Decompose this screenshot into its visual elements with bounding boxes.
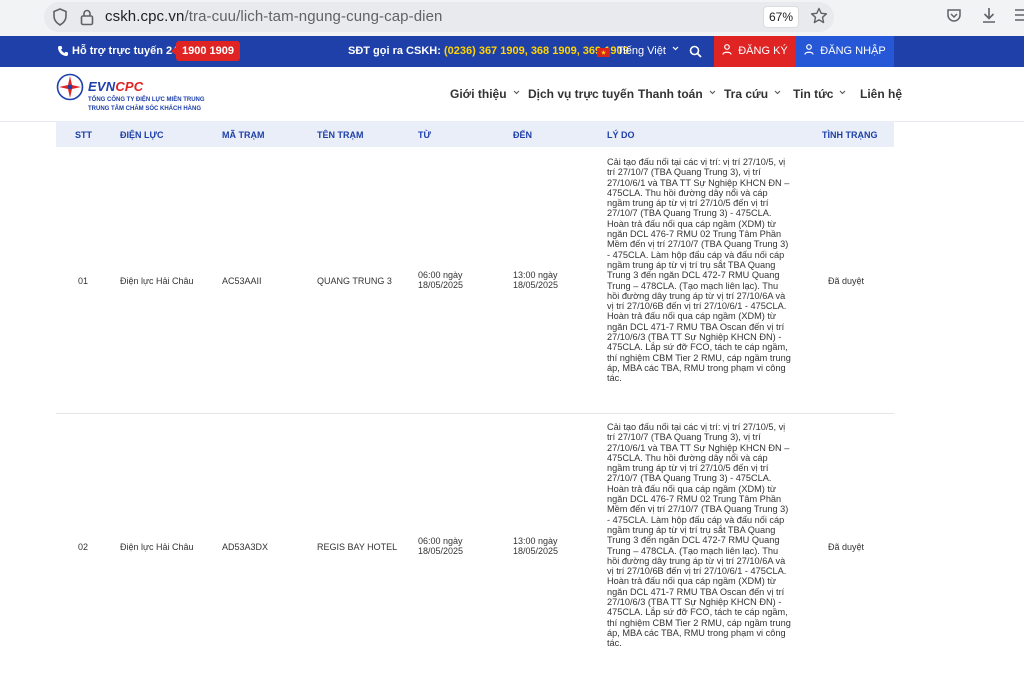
nav-label: Liên hệ xyxy=(860,87,903,101)
cell-tu: 06:00 ngày 18/05/2025 xyxy=(418,270,463,290)
chevron-down-icon xyxy=(709,90,716,95)
nav-label: Giới thiệu xyxy=(450,87,507,101)
register-label: ĐĂNG KÝ xyxy=(738,45,788,57)
logo-subtitle-company: TỔNG CÔNG TY ĐIỆN LỰC MIỀN TRUNG xyxy=(88,97,205,103)
cell-dien-luc: Điện lực Hải Châu xyxy=(120,542,194,552)
cell-ten-tram: REGIS BAY HOTEL xyxy=(317,542,398,552)
column-header-tu: TỪ xyxy=(418,130,431,140)
cell-ten-tram: QUANG TRUNG 3 xyxy=(317,276,392,286)
column-header-tinh-trang: TÌNH TRẠNG xyxy=(822,130,878,140)
column-header-ma-tram: MÃ TRẠM xyxy=(222,130,265,140)
cell-ly-do: Cải tạo đấu nối tại các vị trí: vị trí 2… xyxy=(607,422,791,649)
zoom-level-button[interactable]: 67% xyxy=(763,6,799,28)
cell-den: 13:00 ngày 18/05/2025 xyxy=(513,536,558,556)
url-text[interactable]: cskh.cpc.vn/tra-cuu/lich-tam-ngung-cung-… xyxy=(105,8,442,25)
cell-tu-date: 18/05/2025 xyxy=(418,546,464,556)
table-header: STT ĐIỆN LỰC MÃ TRẠM TÊN TRẠM TỪ ĐẾN LÝ … xyxy=(56,121,894,147)
column-header-dien-luc: ĐIỆN LỰC xyxy=(120,130,164,140)
vietnam-flag-icon xyxy=(597,48,610,57)
cell-tu-time: 06:00 ngày xyxy=(418,270,463,280)
menu-icon[interactable] xyxy=(1013,6,1024,24)
url-host: cskh.cpc.vn xyxy=(105,8,185,25)
download-icon[interactable] xyxy=(981,6,997,24)
nav-label: Tra cứu xyxy=(724,87,769,101)
hotline-number[interactable]: 1900 1909 xyxy=(171,41,240,61)
nav-item-lien-he[interactable]: Liên hệ xyxy=(860,87,902,101)
cell-ly-do: Cải tạo đấu nối tại các vị trí: vị trí 2… xyxy=(607,157,791,384)
nav-item-gioi-thieu[interactable]: Giới thiệu xyxy=(450,87,520,101)
chevron-down-icon xyxy=(840,90,846,95)
cell-tinh-trang: Đã duyệt xyxy=(828,542,865,552)
cell-den-date: 18/05/2025 xyxy=(513,280,559,290)
cell-ma-tram: AD53A3DX xyxy=(222,542,269,552)
chevron-down-icon xyxy=(513,90,519,95)
nav-item-thanh-toan[interactable]: Thanh toán xyxy=(638,87,716,101)
pocket-icon[interactable] xyxy=(946,8,962,24)
column-header-den: ĐẾN xyxy=(513,130,533,140)
login-label: ĐĂNG NHẬP xyxy=(820,45,886,57)
evn-logo-icon[interactable] xyxy=(56,73,84,101)
cell-den-time: 13:00 ngày xyxy=(513,270,558,280)
cskh-label: SĐT gọi ra CSKH: xyxy=(348,45,441,57)
user-icon xyxy=(722,44,732,55)
cell-ma-tram: AC53AAII xyxy=(222,276,262,286)
logo-subtitle-center: TRUNG TÂM CHĂM SÓC KHÁCH HÀNG xyxy=(88,106,201,112)
bookmark-star-icon[interactable] xyxy=(810,7,828,25)
language-label: Tiếng Việt xyxy=(617,45,666,57)
cell-stt: 01 xyxy=(78,276,89,286)
cell-den-date: 18/05/2025 xyxy=(513,546,559,556)
column-header-ten-tram: TÊN TRẠM xyxy=(317,130,364,140)
cell-stt: 02 xyxy=(78,542,89,552)
cell-den: 13:00 ngày 18/05/2025 xyxy=(513,270,558,290)
site-topbar: Hỗ trợ trực tuyến 24/7: 1900 1909 SĐT gọ… xyxy=(0,36,1024,67)
nav-label: Thanh toán xyxy=(638,87,703,101)
logo-wordmark[interactable]: EVNCPC xyxy=(88,79,143,94)
user-icon xyxy=(804,44,814,55)
cell-tu-date: 18/05/2025 xyxy=(418,280,464,290)
column-header-stt: STT xyxy=(75,130,92,140)
table-row: 02 Điện lực Hải Châu AD53A3DX REGIS BAY … xyxy=(56,414,894,678)
cell-tu: 06:00 ngày 18/05/2025 xyxy=(418,536,463,556)
site-header: EVNCPC TỔNG CÔNG TY ĐIỆN LỰC MIỀN TRUNG … xyxy=(0,67,1024,122)
login-button[interactable]: ĐĂNG NHẬP xyxy=(796,36,894,67)
nav-item-dich-vu[interactable]: Dịch vụ trực tuyến xyxy=(528,87,634,101)
logo-evn-text: EVN xyxy=(88,79,116,94)
register-button[interactable]: ĐĂNG KÝ xyxy=(714,36,796,67)
nav-item-tra-cuu[interactable]: Tra cứu xyxy=(724,87,781,101)
column-header-ly-do: LÝ DO xyxy=(607,130,635,140)
lock-icon[interactable] xyxy=(80,8,94,26)
cell-tu-time: 06:00 ngày xyxy=(418,536,463,546)
nav-item-tin-tuc[interactable]: Tin tức xyxy=(793,87,846,101)
url-path: /tra-cuu/lich-tam-ngung-cung-cap-dien xyxy=(184,8,443,25)
cell-tinh-trang: Đã duyệt xyxy=(828,276,865,286)
logo-cpc-text: CPC xyxy=(115,79,144,94)
shield-icon[interactable] xyxy=(52,8,68,26)
cell-dien-luc: Điện lực Hải Châu xyxy=(120,276,194,286)
nav-label: Tin tức xyxy=(793,87,834,101)
table-row: 01 Điện lực Hải Châu AC53AAII QUANG TRUN… xyxy=(56,147,894,413)
search-icon[interactable] xyxy=(689,45,702,58)
cskh-phone-info: SĐT gọi ra CSKH: (0236) 367 1909, 368 19… xyxy=(348,45,629,57)
chevron-down-icon xyxy=(672,46,679,51)
cell-den-time: 13:00 ngày xyxy=(513,536,558,546)
chevron-down-icon xyxy=(774,90,781,95)
browser-toolbar: cskh.cpc.vn/tra-cuu/lich-tam-ngung-cung-… xyxy=(0,0,1024,36)
language-selector[interactable]: Tiếng Việt xyxy=(617,45,679,57)
nav-label: Dịch vụ trực tuyến xyxy=(528,87,635,101)
